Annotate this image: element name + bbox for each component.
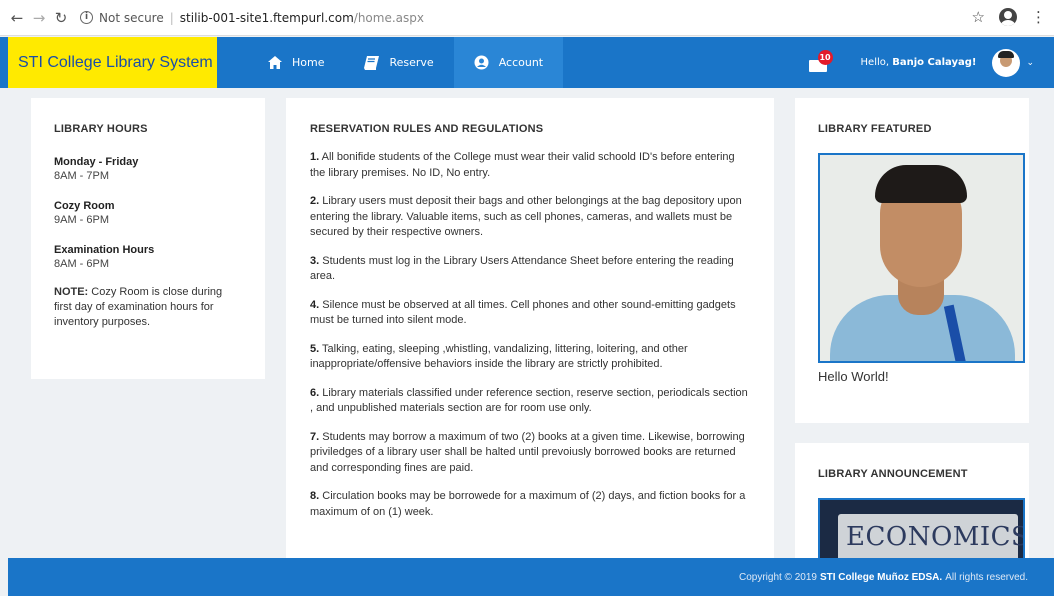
browser-toolbar: ← → ↻ i Not secure | stilib-001-site1.ft… <box>0 0 1054 36</box>
rule-text: Students must log in the Library Users A… <box>310 254 734 283</box>
greeting-text: Hello, <box>860 57 890 68</box>
main-nav: Home Reserve Account <box>248 37 564 88</box>
featured-title: LIBRARY FEATURED <box>818 123 932 135</box>
note-label: NOTE: <box>54 286 89 298</box>
rule-text: Circulation books may be borrowede for a… <box>310 490 746 518</box>
rule-number: 7. <box>310 430 320 443</box>
nav-account[interactable]: Account <box>453 37 564 88</box>
rule-number: 5. <box>310 342 320 355</box>
rule-item: 5. Talking, eating, sleeping ,whistling,… <box>310 342 750 373</box>
announcement-card: LIBRARY ANNOUNCEMENT ECONOMICS <box>795 443 1029 578</box>
hours-label: Cozy Room <box>54 200 115 212</box>
hours-label: Examination Hours <box>54 244 155 256</box>
nav-home-label: Home <box>292 56 325 69</box>
url-host: stilib-001-site1.ftempurl.com <box>179 10 354 25</box>
library-hours-title: LIBRARY HOURS <box>54 123 148 135</box>
notifications[interactable]: 10 <box>808 49 833 72</box>
rule-item: 8. Circulation books may be borrowede fo… <box>310 489 750 520</box>
rule-text: All bonifide students of the College mus… <box>310 151 735 179</box>
rule-item: 4. Silence must be observed at all times… <box>310 298 750 329</box>
hours-block: Cozy Room 9AM - 6PM <box>54 199 242 227</box>
featured-caption: Hello World! <box>818 369 889 384</box>
footer-org: STI College Muñoz EDSA. <box>819 571 943 583</box>
notification-badge: 10 <box>817 49 833 65</box>
info-icon[interactable]: i <box>80 11 93 24</box>
rule-item: 1. All bonifide students of the College … <box>310 150 750 181</box>
book-icon <box>364 55 380 70</box>
rule-number: 1. <box>310 151 320 163</box>
star-icon[interactable]: ☆ <box>972 8 985 26</box>
security-label: Not secure <box>99 10 164 25</box>
featured-photo <box>818 153 1025 363</box>
rule-text: Talking, eating, sleeping ,whistling, va… <box>310 342 688 371</box>
rule-number: 3. <box>310 254 320 267</box>
rule-item: 6. Library materials classified under re… <box>310 386 750 417</box>
hours-label: Monday - Friday <box>54 156 139 168</box>
browser-actions: ☆ ⋮ <box>972 8 1046 26</box>
rule-text: Silence must be observed at all times. C… <box>310 298 736 327</box>
rule-item: 7. Students may borrow a maximum of two … <box>310 430 750 477</box>
rule-number: 6. <box>310 386 320 399</box>
photo-hair <box>875 165 967 203</box>
footer-suffix: All rights reserved. <box>945 571 1028 583</box>
footer-prefix: Copyright © 2019 <box>738 571 817 583</box>
hours-note: NOTE: Cozy Room is close during first da… <box>54 285 242 330</box>
nav-home[interactable]: Home <box>248 37 344 88</box>
kebab-menu-icon[interactable]: ⋮ <box>1031 8 1046 26</box>
featured-card: LIBRARY FEATURED Hello World! <box>795 98 1029 423</box>
announcement-title: LIBRARY ANNOUNCEMENT <box>818 468 968 480</box>
greeting: Hello, Banjo Calayag! <box>861 57 977 68</box>
hours-value: 8AM - 6PM <box>54 258 110 270</box>
user-name: Banjo Calayag! <box>892 57 977 68</box>
address-separator: | <box>169 10 174 25</box>
nav-reserve-label: Reserve <box>389 56 434 69</box>
book-title: ECONOMICS <box>846 522 1025 552</box>
user-circle-icon <box>474 55 489 70</box>
hours-block: Monday - Friday 8AM - 7PM <box>54 155 242 183</box>
brand-logo[interactable]: STI College Library System <box>8 37 217 88</box>
rule-text: Library materials classified under refer… <box>310 386 748 415</box>
rule-text: Students may borrow a maximum of two (2)… <box>310 430 745 474</box>
chevron-down-icon[interactable]: ⌄ <box>1026 58 1034 68</box>
avatar[interactable] <box>992 48 1021 77</box>
hours-value: 8AM - 7PM <box>54 170 110 182</box>
library-hours-card: LIBRARY HOURS Monday - Friday 8AM - 7PM … <box>31 98 265 379</box>
footer: Copyright © 2019 STI College Muñoz EDSA.… <box>8 558 1054 596</box>
rules-title: RESERVATION RULES AND REGULATIONS <box>310 123 544 135</box>
address-bar[interactable]: i Not secure | stilib-001-site1.ftempurl… <box>80 11 424 25</box>
user-area: 10 Hello, Banjo Calayag! ⌄ <box>808 37 1034 88</box>
rule-item: 3. Students must log in the Library User… <box>310 254 750 285</box>
app-header: STI College Library System Home Reserve … <box>0 37 1054 88</box>
nav-reserve[interactable]: Reserve <box>344 37 453 88</box>
rule-text: Library users must deposit their bags an… <box>310 195 742 238</box>
rules-card: RESERVATION RULES AND REGULATIONS 1. All… <box>286 98 774 558</box>
back-arrow-icon[interactable]: ← <box>6 9 28 27</box>
hours-value: 9AM - 6PM <box>54 214 110 226</box>
rule-item: 2. Library users must deposit their bags… <box>310 194 750 241</box>
home-icon <box>268 56 282 69</box>
nav-account-label: Account <box>498 56 544 69</box>
rule-number: 8. <box>310 490 320 502</box>
hours-block: Examination Hours 8AM - 6PM <box>54 243 242 271</box>
reload-icon[interactable]: ↻ <box>50 9 72 27</box>
rule-number: 2. <box>310 195 320 207</box>
forward-arrow-icon[interactable]: → <box>28 9 50 27</box>
url-path: /home.aspx <box>353 10 424 25</box>
rule-number: 4. <box>310 298 320 311</box>
profile-icon[interactable] <box>999 8 1017 26</box>
